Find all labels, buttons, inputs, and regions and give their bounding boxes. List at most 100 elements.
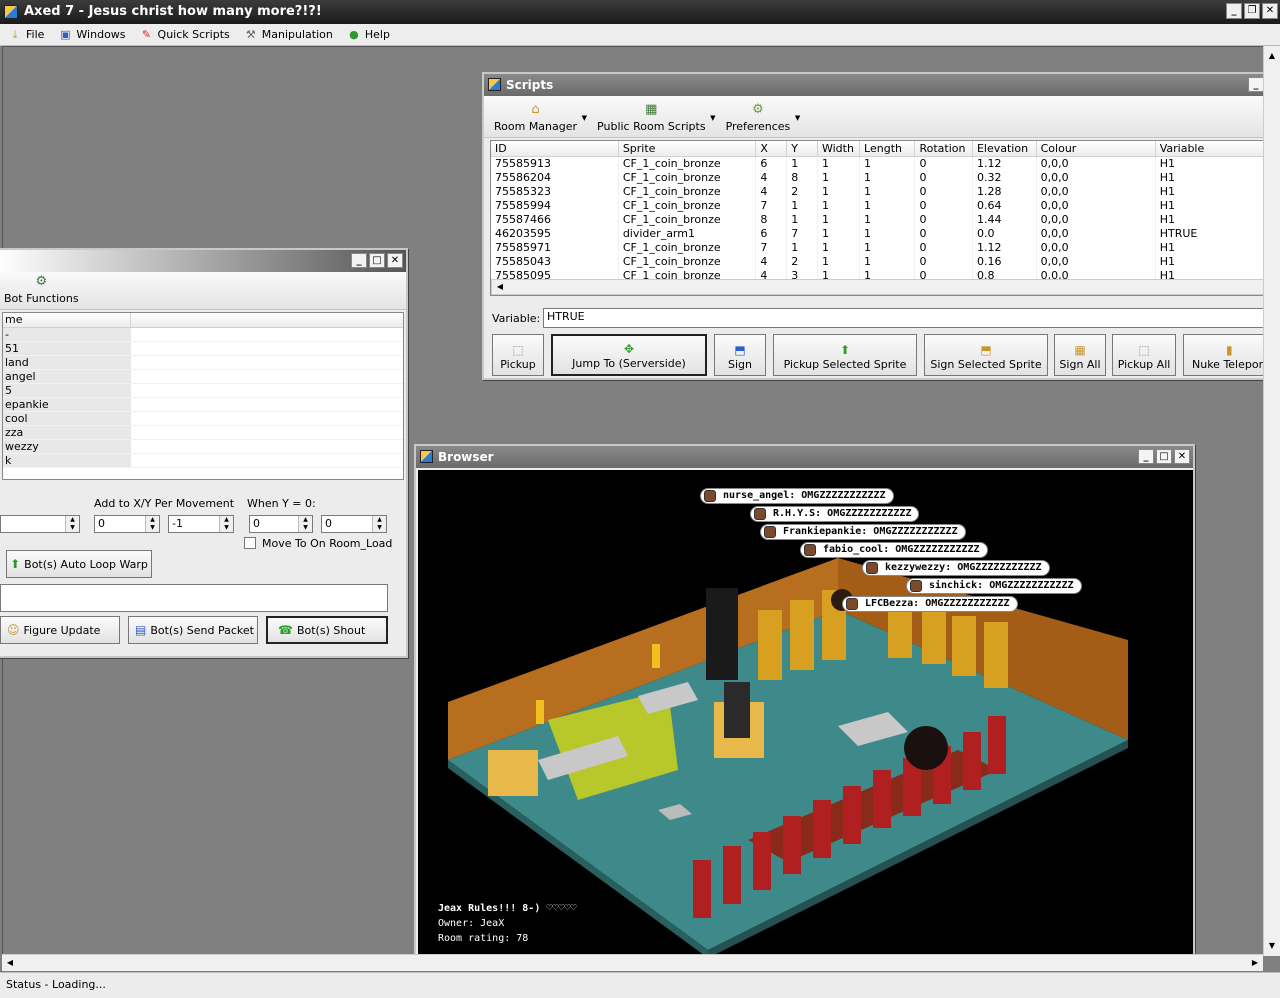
sign-icon: ⬒ [734,343,746,357]
move-to-checkbox[interactable] [244,537,256,549]
sign-selected-button[interactable]: ⬒ Sign Selected Sprite [924,334,1048,376]
sign-all-button[interactable]: ▦ Sign All [1054,334,1106,376]
bot-message-input[interactable] [0,584,388,612]
column-header-rotation[interactable]: Rotation [914,141,973,157]
table-cell: CF_1_coin_bronze [618,240,757,255]
minimize-icon[interactable]: _ [1138,449,1154,464]
bots-list[interactable]: me -51 land angel 5 epankie cool zza wezzy k [2,312,404,480]
room-manager-button[interactable]: ⌂ Room Manager ▼ [494,102,587,133]
table-cell: 1 [817,254,861,269]
table-cell: CF_1_coin_bronze [618,198,757,213]
maximize-icon[interactable]: □ [1156,449,1172,464]
list-item[interactable]: epankie [3,398,403,412]
main-hscroll[interactable]: ◀ ▶ [2,954,1263,971]
send-packet-button[interactable]: ▤ Bot(s) Send Packet [128,616,258,644]
game-viewport[interactable]: nurse_angel: OMGZZZZZZZZZZZ R.H.Y.S: OMGZ… [418,470,1193,954]
when-y-b-spin[interactable]: 0 ▲ ▼ [321,515,387,533]
list-item[interactable]: land [3,356,403,370]
column-header-sprite[interactable]: Sprite [618,141,757,157]
table-cell: CF_1_coin_bronze [618,212,757,227]
jump-to-button[interactable]: ✥ Jump To (Serverside) [551,334,707,376]
menu-manipulation[interactable]: ⚒ Manipulation [244,28,333,42]
list-item[interactable]: zza [3,426,403,440]
avatar-icon [804,544,816,556]
menu-windows[interactable]: ▣ Windows [58,28,125,42]
menu-file[interactable]: ⤓ File [8,28,45,42]
pickup-selected-button[interactable]: ⬆ Pickup Selected Sprite [773,334,917,376]
table-cell: 1 [859,170,916,185]
table-cell: 0 [914,240,973,255]
table-row[interactable]: 75587466 CF_1_coin_bronze 8 1 1 1 0 1.44 0,0,0 H1 [491,212,1279,227]
column-header-length[interactable]: Length [859,141,916,157]
bot-name: land [3,356,131,369]
list-item[interactable]: angel [3,370,403,384]
close-icon[interactable]: ✕ [1174,449,1190,464]
arrow-right-icon[interactable]: ▶ [1247,955,1263,971]
close-icon[interactable]: ✕ [1262,3,1278,19]
table-row[interactable]: 46203595 divider_arm1 6 7 1 1 0 0.0 0,0,0 HTRUE [491,226,1279,241]
table-cell: 2 [786,184,818,199]
app-icon [4,5,18,19]
shout-button[interactable]: ☎ Bot(s) Shout [266,616,388,644]
add-y-spin[interactable]: -1 ▲ ▼ [168,515,234,533]
furni-table-container: ID Sprite X Y Width Length Rotation Elevation Co… [490,140,1280,296]
preferences-button[interactable]: ⚙ Preferences ▼ [726,102,801,133]
restore-icon[interactable]: ❐ [1244,3,1260,19]
jump-icon: ✥ [623,342,635,356]
table-row[interactable]: 75585994 CF_1_coin_bronze 7 1 1 1 0 0.64 0,0,0 H1 [491,198,1279,213]
main-vscroll[interactable]: ▲ ▼ [1263,46,1280,956]
table-cell: 4 [755,184,788,199]
table-cell: 0 [914,212,973,227]
maximize-icon[interactable]: □ [369,253,385,268]
menu-help[interactable]: ● Help [347,28,390,42]
column-header-x[interactable]: X [755,141,788,157]
list-item[interactable]: 51 [3,342,403,356]
room-door [706,588,738,680]
public-room-scripts-button[interactable]: ▦ Public Room Scripts ▼ [597,102,716,133]
arrow-left-icon[interactable]: ◀ [2,955,18,971]
list-item[interactable]: cool [3,412,403,426]
column-header-colour[interactable]: Colour [1036,141,1156,157]
bot-functions-button[interactable]: ⚙ Bot Functions [4,274,79,305]
table-cell: H1 [1155,184,1279,199]
table-cell: 1 [817,198,861,213]
close-icon[interactable]: ✕ [387,253,403,268]
figure-update-button[interactable]: ☺ Figure Update [0,616,120,644]
column-header-y[interactable]: Y [786,141,818,157]
add-x-spin[interactable]: 0 ▲ ▼ [94,515,160,533]
sign-button[interactable]: ⬒ Sign [714,334,766,376]
minimize-icon[interactable]: _ [351,253,367,268]
minimize-icon[interactable]: _ [1248,77,1264,92]
table-row[interactable]: 75585971 CF_1_coin_bronze 7 1 1 1 0 1.12 0,0,0 H1 [491,240,1279,255]
table-cell: 75585323 [491,184,619,199]
column-header-id[interactable]: ID [491,141,619,157]
list-item[interactable]: k [3,454,403,468]
bot-name: epankie [3,398,131,411]
browser-window-titlebar: Browser _ □ ✕ [416,446,1193,468]
furni-table-hscroll[interactable]: ◀ ▶ [491,279,1279,295]
list-item[interactable]: - [3,328,403,342]
table-row[interactable]: 75586204 CF_1_coin_bronze 4 8 1 1 0 0.32 0,0,0 H1 [491,170,1279,185]
auto-loop-warp-button[interactable]: ⬆ Bot(s) Auto Loop Warp [6,550,152,578]
arrow-down-icon[interactable]: ▼ [1264,938,1280,954]
table-cell: CF_1_coin_bronze [618,184,757,199]
table-row[interactable]: 75585043 CF_1_coin_bronze 4 2 1 1 0 0.16 0,0,0 H1 [491,254,1279,269]
column-header-width[interactable]: Width [817,141,861,157]
table-row[interactable]: 75585323 CF_1_coin_bronze 4 2 1 1 0 1.28 0,0,0 H1 [491,184,1279,199]
bots-column-header[interactable]: me [3,313,131,327]
menu-quick-scripts[interactable]: ✎ Quick Scripts [140,28,230,42]
bot-first-spin[interactable]: ▲ ▼ [0,515,80,533]
column-header-variable[interactable]: Variable [1155,141,1279,157]
arrow-up-icon[interactable]: ▲ [1264,48,1280,64]
minimize-icon[interactable]: _ [1226,3,1242,19]
bot-name: angel [3,370,131,383]
variable-input[interactable]: HTRUE [543,308,1278,328]
column-header-elevation[interactable]: Elevation [972,141,1037,157]
pickup-all-button[interactable]: ⬚ Pickup All [1112,334,1176,376]
when-y-a-spin[interactable]: 0 ▲ ▼ [249,515,313,533]
list-item[interactable]: 5 [3,384,403,398]
arrow-left-icon[interactable]: ◀ [492,280,508,294]
pickup-button[interactable]: ⬚ Pickup [492,334,544,376]
list-item[interactable]: wezzy [3,440,403,454]
table-row[interactable]: 75585913 CF_1_coin_bronze 6 1 1 1 0 1.12 0,0,0 H1 [491,156,1279,171]
